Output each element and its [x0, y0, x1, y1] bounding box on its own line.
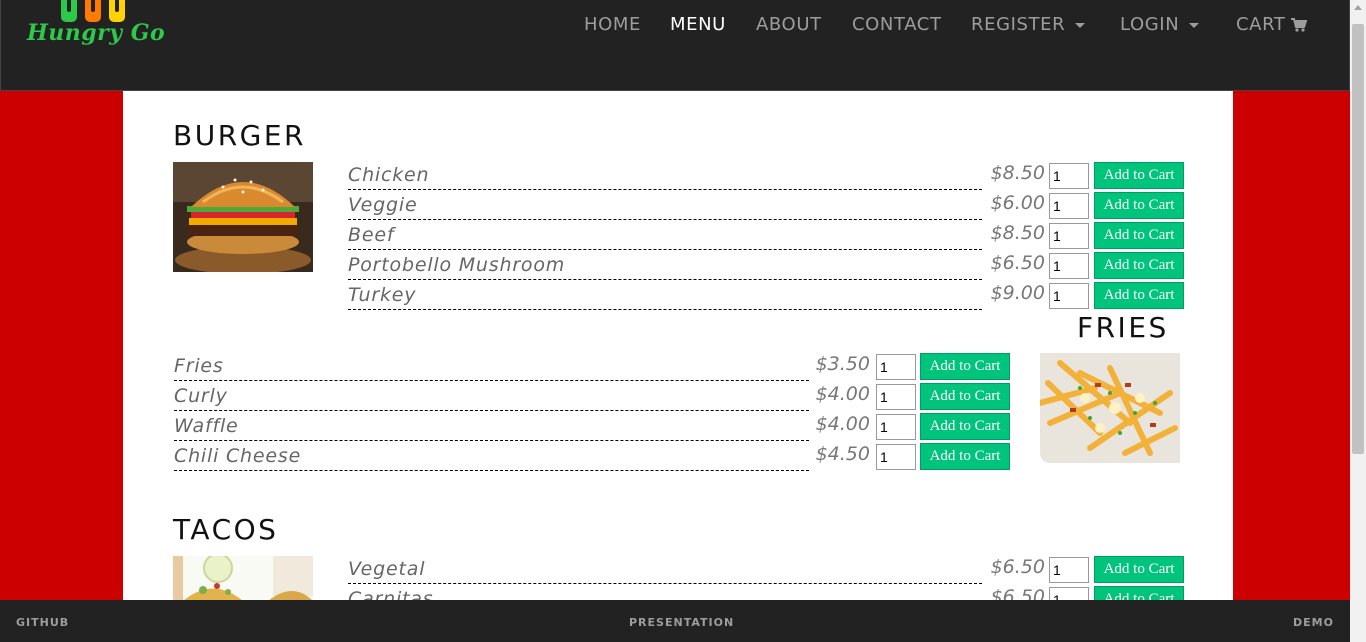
item-price: $4.00	[815, 383, 870, 405]
menu-item: Waffle $4.00 Add to Cart	[174, 413, 1014, 443]
item-name: Chicken	[348, 164, 432, 186]
navbar: Hungry Go HOME MENU ABOUT CONTACT REGIST…	[0, 0, 1350, 91]
item-price: $6.00	[990, 192, 1045, 214]
add-to-cart-button[interactable]: Add to Cart	[920, 443, 1010, 470]
menu-item: Carnitas $6.50 Add to Cart	[348, 586, 1188, 601]
item-name: Waffle	[174, 415, 241, 437]
quantity-input[interactable]	[1049, 193, 1089, 219]
item-name: Veggie	[348, 194, 420, 216]
quantity-input[interactable]	[1049, 163, 1089, 189]
section-title-fries: FRIES	[1077, 311, 1169, 344]
dotted-leader	[348, 309, 982, 310]
nav-cart[interactable]: CART	[1236, 14, 1308, 35]
item-price: $4.00	[815, 413, 870, 435]
burger-photo	[173, 162, 313, 272]
item-name: Curly	[174, 385, 230, 407]
item-price: $3.50	[815, 353, 870, 375]
footer-presentation-link[interactable]: PRESENTATION	[629, 616, 734, 629]
nav-cart-label: CART	[1236, 14, 1286, 35]
nav-contact[interactable]: CONTACT	[852, 14, 942, 35]
menu-item: Chicken $8.50 Add to Cart	[348, 162, 1188, 192]
chevron-down-icon	[1075, 22, 1086, 28]
brand-logo[interactable]: Hungry Go	[27, 0, 177, 62]
dotted-leader	[348, 583, 982, 584]
scroll-up-icon[interactable]	[1354, 5, 1362, 10]
add-to-cart-button[interactable]: Add to Cart	[1094, 162, 1184, 189]
item-price: $9.00	[990, 282, 1045, 304]
add-to-cart-button[interactable]: Add to Cart	[920, 383, 1010, 410]
nav-menu[interactable]: MENU	[670, 14, 726, 35]
nav-home[interactable]: HOME	[584, 14, 641, 35]
menu-item: Chili Cheese $4.50 Add to Cart	[174, 443, 1014, 473]
add-to-cart-button[interactable]: Add to Cart	[920, 413, 1010, 440]
quantity-input[interactable]	[876, 444, 916, 470]
dotted-leader	[348, 189, 982, 190]
item-name: Portobello Mushroom	[348, 254, 568, 276]
item-name: Chili Cheese	[174, 445, 304, 467]
add-to-cart-button[interactable]: Add to Cart	[920, 353, 1010, 380]
shopping-cart-icon	[1291, 18, 1308, 32]
nav-login-dropdown[interactable]: LOGIN	[1120, 14, 1200, 35]
item-name: Turkey	[348, 284, 419, 306]
section-title-tacos: TACOS	[173, 513, 279, 546]
menu-item: Veggie $6.00 Add to Cart	[348, 192, 1188, 222]
footer-bar: GITHUB PRESENTATION DEMO	[0, 600, 1350, 642]
quantity-input[interactable]	[876, 414, 916, 440]
nav-register-label: REGISTER	[971, 14, 1066, 35]
dotted-leader	[348, 249, 982, 250]
footer-demo-link[interactable]: DEMO	[1293, 616, 1334, 629]
menu-item: Portobello Mushroom $6.50 Add to Cart	[348, 252, 1188, 282]
add-to-cart-button[interactable]: Add to Cart	[1094, 222, 1184, 249]
quantity-input[interactable]	[1049, 223, 1089, 249]
nav-about[interactable]: ABOUT	[756, 14, 822, 35]
item-price: $8.50	[990, 162, 1045, 184]
item-price: $4.50	[815, 443, 870, 465]
quantity-input[interactable]	[1049, 283, 1089, 309]
item-name: Fries	[174, 355, 226, 377]
dotted-leader	[174, 470, 809, 471]
menu-item: Curly $4.00 Add to Cart	[174, 383, 1014, 413]
fries-photo	[1040, 353, 1180, 463]
add-to-cart-button[interactable]: Add to Cart	[1094, 252, 1184, 279]
chevron-down-icon	[1189, 22, 1200, 28]
menu-item: Vegetal $6.50 Add to Cart	[348, 556, 1188, 586]
quantity-input[interactable]	[1049, 557, 1089, 583]
add-to-cart-button[interactable]: Add to Cart	[1094, 556, 1184, 583]
dotted-leader	[348, 219, 982, 220]
menu-item: Beef $8.50 Add to Cart	[348, 222, 1188, 252]
menu-item: Fries $3.50 Add to Cart	[174, 353, 1014, 383]
item-price: $6.50	[990, 556, 1045, 578]
add-to-cart-button[interactable]: Add to Cart	[1094, 282, 1184, 309]
section-title-burger: BURGER	[173, 119, 307, 152]
item-price: $8.50	[990, 222, 1045, 244]
nav-login-label: LOGIN	[1120, 14, 1180, 35]
quantity-input[interactable]	[876, 354, 916, 380]
quantity-input[interactable]	[1049, 253, 1089, 279]
item-name: Vegetal	[348, 558, 428, 580]
scrollbar-thumb[interactable]	[1352, 24, 1364, 454]
footer-github-link[interactable]: GITHUB	[16, 616, 69, 629]
menu-item: Turkey $9.00 Add to Cart	[348, 282, 1188, 312]
quantity-input[interactable]	[876, 384, 916, 410]
quantity-input[interactable]	[1049, 587, 1089, 601]
dotted-leader	[174, 410, 809, 411]
item-price: $6.50	[990, 586, 1045, 601]
brand-name: Hungry Go	[27, 20, 166, 46]
add-to-cart-button[interactable]: Add to Cart	[1094, 586, 1184, 601]
menu-content: BURGER Chicken $8.50 Add to Cart Veggie …	[123, 91, 1233, 601]
nav-register-dropdown[interactable]: REGISTER	[971, 14, 1086, 35]
dotted-leader	[348, 279, 982, 280]
dotted-leader	[174, 440, 809, 441]
dotted-leader	[174, 380, 809, 381]
page-scrollbar[interactable]	[1350, 0, 1366, 642]
item-price: $6.50	[990, 252, 1045, 274]
item-name: Beef	[348, 224, 397, 246]
add-to-cart-button[interactable]: Add to Cart	[1094, 192, 1184, 219]
tacos-photo	[173, 556, 313, 601]
